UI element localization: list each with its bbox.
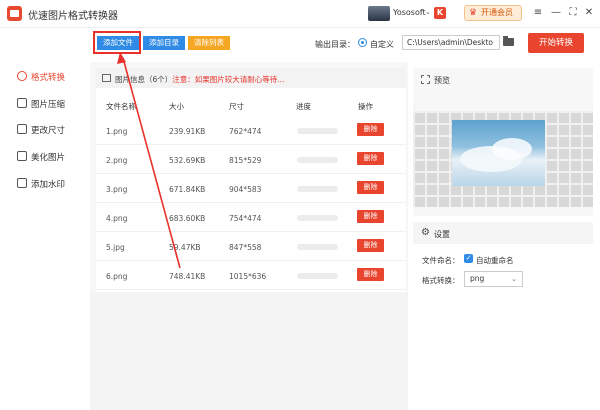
progress-bar: [297, 244, 338, 250]
username[interactable]: Yososoft: [393, 8, 426, 17]
file-size: 59.47KB: [169, 243, 201, 252]
format-label: 格式转换：: [422, 276, 460, 285]
preview-icon: [421, 75, 430, 84]
file-dims: 904*583: [229, 185, 262, 194]
file-name: 4.png: [106, 214, 128, 223]
progress-bar: [297, 215, 338, 221]
column-header-dims: 尺寸: [229, 102, 244, 111]
chevron-down-icon[interactable]: ⌄: [425, 8, 431, 16]
column-header-name: 文件名称: [106, 102, 136, 111]
add-directory-button[interactable]: 添加目录: [143, 36, 185, 50]
custom-output-radio[interactable]: [358, 38, 367, 47]
info-count: （6个）: [145, 75, 173, 84]
preview-image: [452, 120, 545, 186]
file-size: 748.41KB: [169, 272, 206, 281]
app-title: 优速图片格式转换器: [28, 11, 118, 22]
file-size: 532.69KB: [169, 156, 206, 165]
format-value: png: [470, 274, 485, 283]
close-icon[interactable]: ✕: [582, 6, 596, 20]
progress-bar: [297, 128, 338, 134]
file-size: 683.60KB: [169, 214, 206, 223]
chevron-down-icon: ⌄: [511, 275, 517, 283]
progress-bar: [297, 157, 338, 163]
custom-output-label[interactable]: 自定义: [370, 39, 394, 50]
file-name: 3.png: [106, 185, 128, 194]
table-row[interactable]: 4.png 683.60KB 754*474 删除: [96, 203, 406, 232]
beautify-icon: [17, 151, 27, 161]
file-dims: 754*474: [229, 214, 262, 223]
sidebar-item-label: 添加水印: [31, 180, 66, 190]
image-icon: [102, 74, 111, 82]
minimize-icon[interactable]: —: [549, 6, 563, 20]
resize-icon: [17, 124, 27, 134]
delete-button[interactable]: 删除: [357, 123, 384, 136]
menu-icon[interactable]: ≡: [531, 6, 545, 20]
vip-button[interactable]: 开通会员: [464, 5, 522, 21]
gear-icon: ⚙: [421, 227, 430, 238]
start-convert-button[interactable]: 开始转换: [528, 33, 584, 53]
sidebar-item-label: 格式转换: [31, 73, 66, 83]
table-row[interactable]: 3.png 671.84KB 904*583 删除: [96, 174, 406, 203]
highlight-annotation-box: [93, 31, 141, 54]
delete-button[interactable]: 删除: [357, 268, 384, 281]
file-size: 239.91KB: [169, 127, 206, 136]
preview-header: 预览: [413, 68, 593, 90]
output-dir-label: 输出目录：: [315, 40, 355, 49]
delete-button[interactable]: 删除: [357, 210, 384, 223]
delete-button[interactable]: 删除: [357, 152, 384, 165]
preview-title: 预览: [434, 76, 450, 85]
progress-bar: [297, 186, 338, 192]
app-logo-icon: [7, 6, 22, 21]
avatar[interactable]: [368, 6, 390, 21]
sidebar-item-label: 图片压缩: [31, 100, 66, 110]
column-header-progress: 进度: [296, 102, 311, 111]
table-row[interactable]: 6.png 748.41KB 1015*636 删除: [96, 261, 406, 290]
watermark-icon: [17, 178, 27, 188]
clear-list-button[interactable]: 清除列表: [188, 36, 230, 50]
progress-bar: [297, 273, 338, 279]
file-dims: 847*558: [229, 243, 262, 252]
settings-panel: [413, 222, 593, 410]
file-size: 671.84KB: [169, 185, 206, 194]
image-info-bar: 图片信息（6个）注意：如果图片较大请耐心等待...: [96, 68, 406, 88]
file-name: 2.png: [106, 156, 128, 165]
delete-button[interactable]: 删除: [357, 181, 384, 194]
rename-label: 文件命名：: [422, 256, 460, 265]
info-note: 注意：如果图片较大请耐心等待...: [172, 75, 285, 84]
sidebar-item-label: 更改尺寸: [31, 126, 66, 136]
delete-button[interactable]: 删除: [357, 239, 384, 252]
auto-rename-checkbox[interactable]: ✓: [464, 254, 473, 263]
settings-title: 设置: [434, 230, 450, 239]
file-name: 5.jpg: [106, 243, 125, 252]
info-title: 图片信息: [115, 75, 145, 84]
maximize-icon[interactable]: ⛶: [566, 6, 580, 20]
auto-rename-label[interactable]: 自动重命名: [476, 255, 514, 266]
empty-list-area: [90, 292, 408, 410]
column-header-action: 操作: [358, 102, 373, 111]
compress-icon: [17, 98, 27, 108]
title-bar: 优速图片格式转换器 Yososoft ⌄ K 开通会员 ≡ — ⛶ ✕: [0, 0, 600, 28]
k-badge-icon[interactable]: K: [434, 7, 446, 19]
settings-header: ⚙ 设置: [413, 222, 593, 244]
format-select[interactable]: png ⌄: [464, 271, 523, 287]
file-dims: 762*474: [229, 127, 262, 136]
table-row[interactable]: 1.png 239.91KB 762*474 删除: [96, 116, 406, 145]
table-row[interactable]: 2.png 532.69KB 815*529 删除: [96, 145, 406, 174]
folder-icon[interactable]: [503, 36, 514, 46]
file-name: 6.png: [106, 272, 128, 281]
output-path-input[interactable]: C:\Users\admin\Deskto: [402, 35, 500, 50]
sidebar-item-label: 美化图片: [31, 153, 66, 163]
table-row[interactable]: 5.jpg 59.47KB 847*558 删除: [96, 232, 406, 261]
column-header-size: 大小: [169, 102, 184, 111]
file-name: 1.png: [106, 127, 128, 136]
format-convert-icon: [17, 71, 27, 81]
file-dims: 1015*636: [229, 272, 267, 281]
file-dims: 815*529: [229, 156, 262, 165]
